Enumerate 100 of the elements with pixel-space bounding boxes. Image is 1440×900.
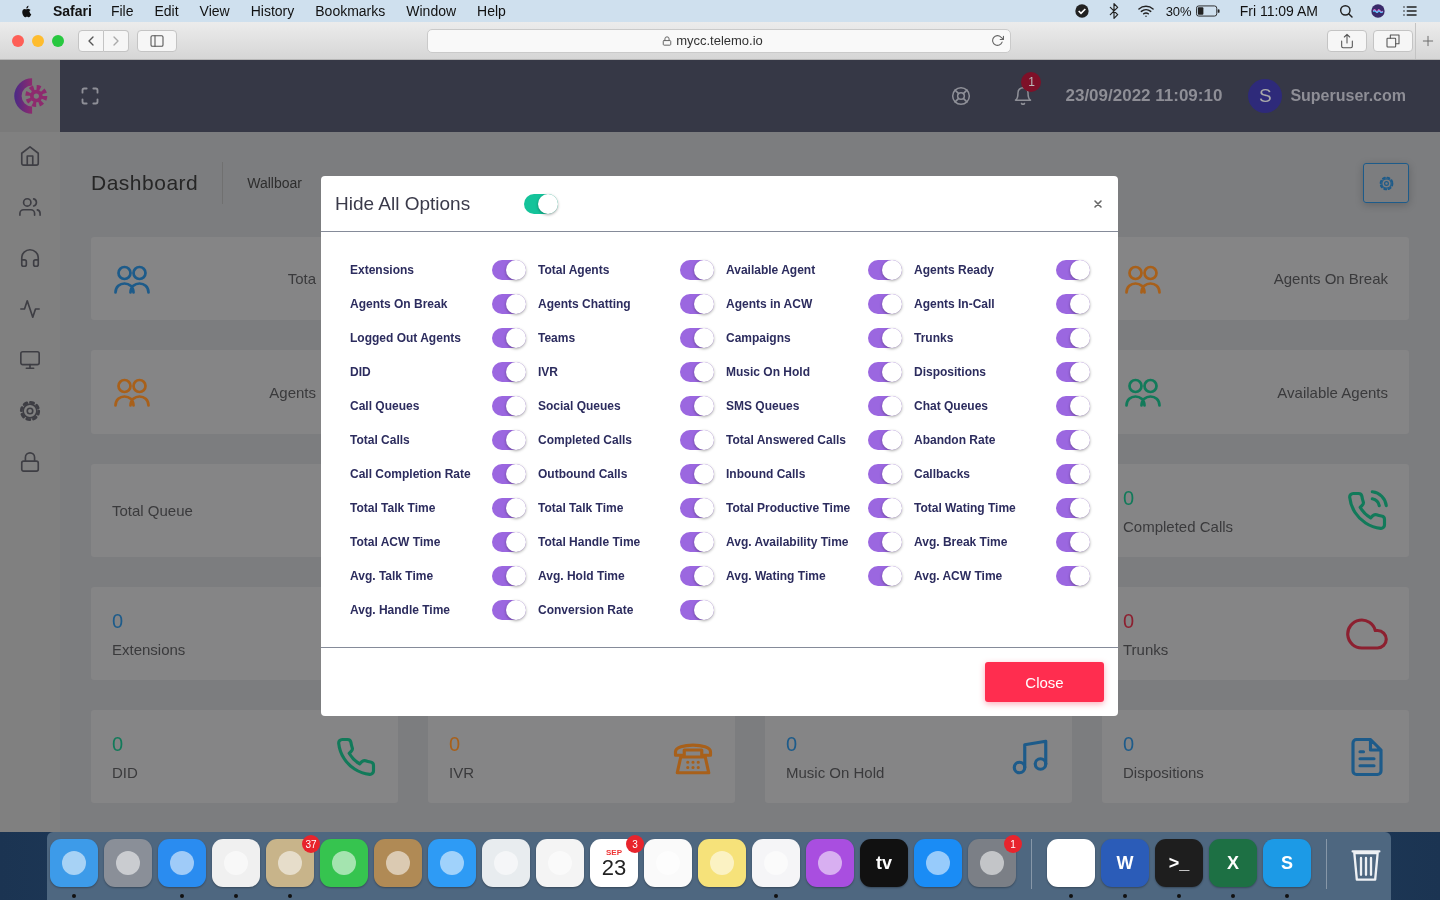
toggle-switch[interactable] (492, 532, 526, 552)
sidebar-item[interactable] (19, 145, 41, 167)
option-label: Total Agents (538, 263, 610, 277)
lifebuoy-icon[interactable] (951, 86, 972, 106)
toggle-switch[interactable] (868, 532, 902, 552)
app-menu[interactable]: Safari (53, 3, 92, 19)
toggle-switch[interactable] (1056, 532, 1090, 552)
toggle-switch[interactable] (1056, 396, 1090, 416)
share-button[interactable] (1327, 29, 1367, 52)
toggle-switch[interactable] (680, 396, 714, 416)
toggle-switch[interactable] (1056, 464, 1090, 484)
sidebar-item[interactable] (19, 196, 41, 218)
address-bar[interactable]: mycc.telemo.io (427, 28, 1011, 53)
toggle-switch[interactable] (868, 430, 902, 450)
toggle-switch[interactable] (492, 294, 526, 314)
siri-icon[interactable] (1370, 3, 1386, 19)
menu-item[interactable]: View (199, 3, 230, 19)
user-avatar[interactable]: S (1248, 79, 1283, 113)
close-icon (1092, 197, 1104, 210)
toggle-switch[interactable] (868, 464, 902, 484)
toggle-switch[interactable] (524, 193, 559, 214)
sidebar-item[interactable] (19, 349, 41, 371)
close-window-button[interactable] (12, 34, 24, 47)
app-icon[interactable] (158, 839, 206, 887)
app-icon[interactable] (914, 839, 962, 887)
sidebar-item[interactable] (19, 400, 41, 422)
toggle-switch[interactable] (492, 464, 526, 484)
app-icon[interactable] (752, 839, 800, 887)
toggle-switch[interactable] (1056, 260, 1090, 280)
app-icon[interactable] (320, 839, 368, 887)
toggle-switch[interactable] (492, 362, 526, 382)
fullscreen-icon[interactable] (80, 86, 100, 106)
toggle-switch[interactable] (680, 362, 714, 382)
toggle-switch[interactable] (680, 328, 714, 348)
check-circle-icon[interactable] (1073, 3, 1090, 19)
toggle-switch[interactable] (680, 464, 714, 484)
toggle-switch[interactable] (680, 498, 714, 518)
toggle-switch[interactable] (680, 294, 714, 314)
app-icon[interactable] (428, 839, 476, 887)
tabs-button[interactable] (1373, 29, 1413, 52)
menu-item[interactable]: Help (477, 3, 506, 19)
toggle-switch[interactable] (868, 294, 902, 314)
sidebar-button[interactable] (137, 29, 177, 52)
close-button[interactable] (1092, 197, 1104, 210)
toggle-switch[interactable] (680, 566, 714, 586)
close-button[interactable]: Close (985, 662, 1104, 702)
user-name[interactable]: Superuser.com (1290, 87, 1406, 105)
menu-item[interactable]: File (110, 3, 134, 19)
menu-item[interactable]: Edit (154, 3, 179, 19)
sidebar-item[interactable] (19, 451, 41, 473)
toggle-switch[interactable] (492, 396, 526, 416)
menu-item[interactable]: Window (406, 3, 457, 19)
toggle-switch[interactable] (492, 328, 526, 348)
app-icon[interactable] (806, 839, 854, 887)
app-icon[interactable]: >_ (1155, 839, 1203, 887)
toggle-switch[interactable] (868, 328, 902, 348)
bell-icon[interactable] (1013, 86, 1034, 106)
control-center-icon[interactable] (1402, 3, 1418, 19)
toggle-switch[interactable] (1056, 362, 1090, 382)
toggle-switch[interactable] (1056, 498, 1090, 518)
app-icon[interactable] (644, 839, 692, 887)
app-icon[interactable] (536, 839, 584, 887)
search-icon[interactable] (1338, 3, 1354, 19)
app-icon[interactable]: tv (860, 839, 908, 887)
app-icon[interactable]: X (1209, 839, 1257, 887)
toggle-switch[interactable] (492, 566, 526, 586)
app-icon[interactable] (266, 839, 314, 887)
toggle-switch[interactable] (868, 260, 902, 280)
app-icon[interactable] (482, 839, 530, 887)
battery-icon[interactable] (1195, 5, 1220, 17)
app-icon[interactable] (212, 839, 260, 887)
toggle-switch[interactable] (1056, 566, 1090, 586)
toggle-switch[interactable] (492, 260, 526, 280)
app-icon[interactable]: W (1101, 839, 1149, 887)
menu-item[interactable]: Bookmarks (315, 3, 386, 19)
app-icon[interactable] (968, 839, 1016, 887)
toggle-switch[interactable] (492, 498, 526, 518)
app-icon[interactable] (104, 839, 152, 887)
toggle-switch[interactable] (680, 260, 714, 280)
sidebar-item[interactable] (19, 298, 41, 320)
toggle-switch[interactable] (868, 396, 902, 416)
toggle-switch[interactable] (680, 600, 714, 620)
toggle-switch[interactable] (680, 430, 714, 450)
toggle-switch[interactable] (1056, 328, 1090, 348)
toggle-switch[interactable] (868, 362, 902, 382)
app-icon[interactable] (50, 839, 98, 887)
toggle-switch[interactable] (680, 532, 714, 552)
toggle-switch[interactable] (868, 498, 902, 518)
wifi-icon[interactable] (1137, 3, 1154, 19)
toggle-switch[interactable] (1056, 294, 1090, 314)
toggle-switch[interactable] (1056, 430, 1090, 450)
menu-item[interactable]: History (250, 3, 295, 19)
toggle-switch[interactable] (492, 600, 526, 620)
app-icon[interactable] (1047, 839, 1095, 887)
menu-clock[interactable]: Fri 11:09 AM (1239, 3, 1318, 19)
toggle-switch[interactable] (492, 430, 526, 450)
sidebar-item[interactable] (19, 247, 41, 269)
app-icon[interactable] (698, 839, 746, 887)
app-icon[interactable] (374, 839, 422, 887)
toggle-switch[interactable] (868, 566, 902, 586)
